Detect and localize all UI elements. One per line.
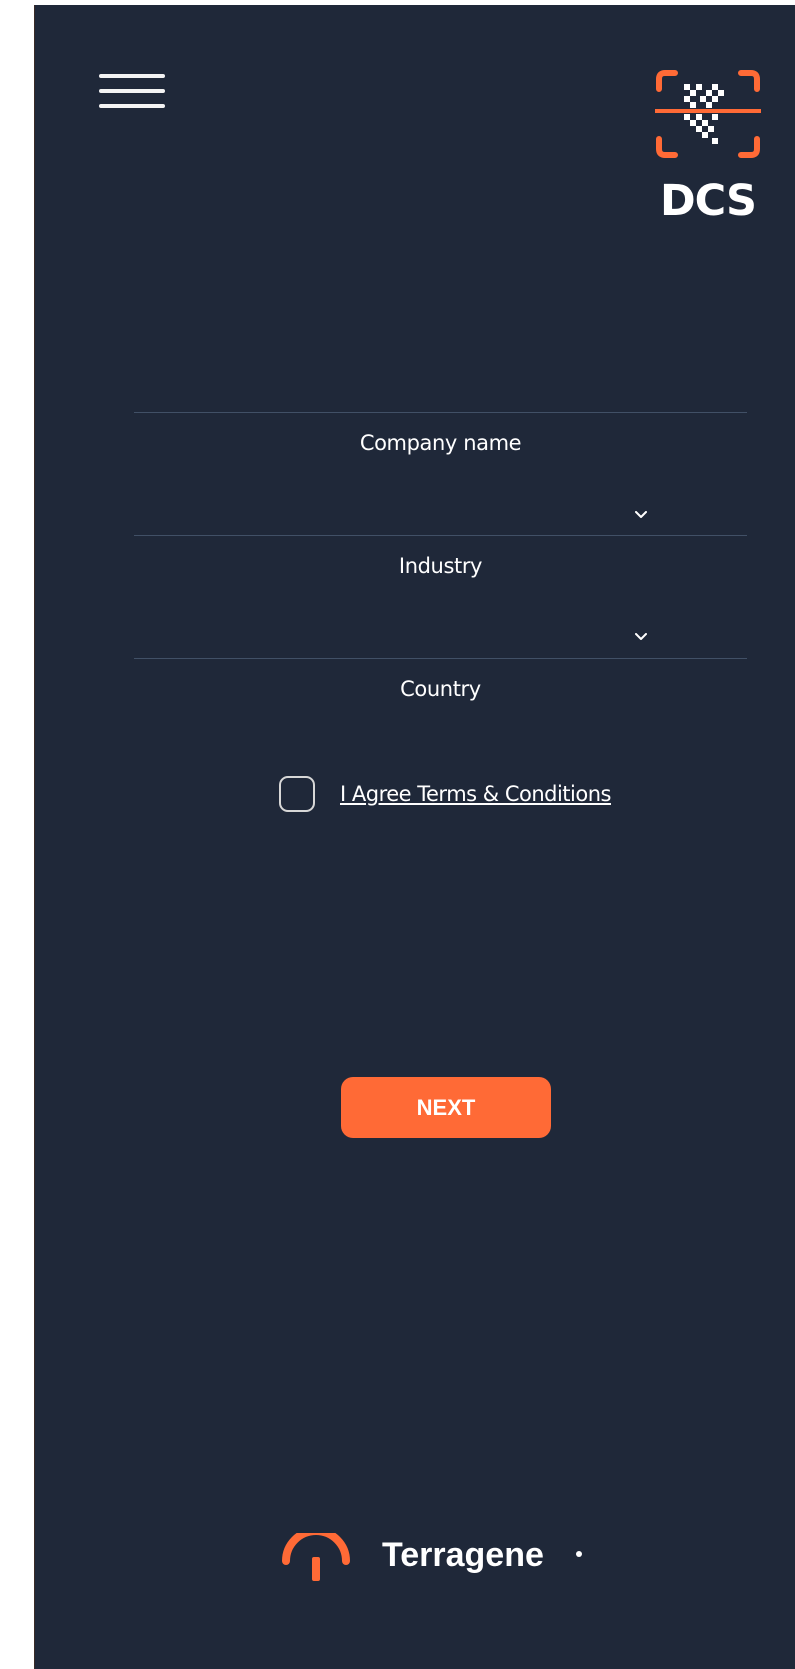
- terragene-logo: Terragene: [280, 1531, 582, 1583]
- brand-name: Terragene: [382, 1536, 544, 1574]
- hamburger-menu-icon: [99, 74, 165, 78]
- industry-label: Industry: [398, 554, 483, 578]
- chevron-down-icon[interactable]: [635, 511, 647, 519]
- hamburger-menu-button[interactable]: [99, 69, 167, 115]
- company-name-field: Company name: [134, 412, 747, 532]
- registered-mark: [576, 1551, 582, 1557]
- country-field: Country: [134, 658, 747, 778]
- terragene-logo-icon: [282, 1533, 350, 1581]
- industry-field: Industry: [134, 535, 747, 655]
- chevron-down-icon[interactable]: [635, 633, 647, 641]
- terms-agreement: I Agree Terms & Conditions: [279, 773, 699, 815]
- mobile-screen: DCS Company name Industry Country I Agre…: [34, 5, 795, 1669]
- terms-checkbox[interactable]: [279, 776, 315, 812]
- country-label: Country: [400, 677, 481, 701]
- next-button[interactable]: NEXT: [341, 1077, 551, 1138]
- app-window: DCS Company name Industry Country I Agre…: [0, 0, 795, 1669]
- terms-link[interactable]: I Agree Terms & Conditions: [340, 781, 611, 807]
- company-name-label: Company name: [359, 431, 522, 455]
- app-logo-text: DCS: [659, 176, 757, 226]
